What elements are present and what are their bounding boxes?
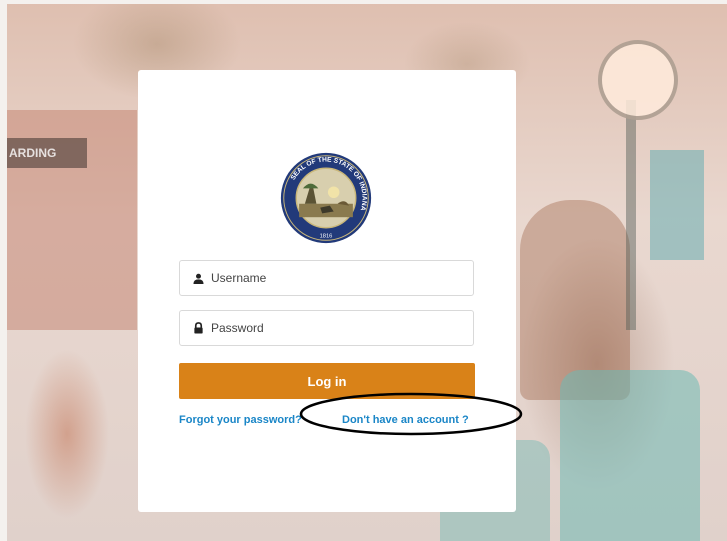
username-input[interactable]	[211, 271, 461, 285]
password-input[interactable]	[211, 321, 461, 335]
seal-year: 1816	[320, 233, 333, 239]
login-button[interactable]: Log in	[179, 363, 475, 399]
background-lamp-post	[626, 100, 636, 330]
login-page: ARDING SEAL OF THE STATE OF INDIANA 1816	[0, 0, 727, 541]
background-backpack	[560, 370, 700, 541]
create-account-link[interactable]: Don't have an account ?	[342, 414, 469, 426]
user-icon	[191, 271, 205, 285]
lock-icon	[191, 321, 205, 335]
background-lamp-globe	[598, 40, 678, 120]
forgot-password-link[interactable]: Forgot your password?	[179, 414, 302, 426]
login-card: SEAL OF THE STATE OF INDIANA 1816 Userna…	[138, 70, 516, 512]
state-seal-logo: SEAL OF THE STATE OF INDIANA 1816	[280, 152, 372, 244]
password-field[interactable]	[179, 310, 474, 346]
background-banner	[650, 150, 704, 260]
background-sign: ARDING	[7, 138, 87, 168]
username-field[interactable]	[179, 260, 474, 296]
